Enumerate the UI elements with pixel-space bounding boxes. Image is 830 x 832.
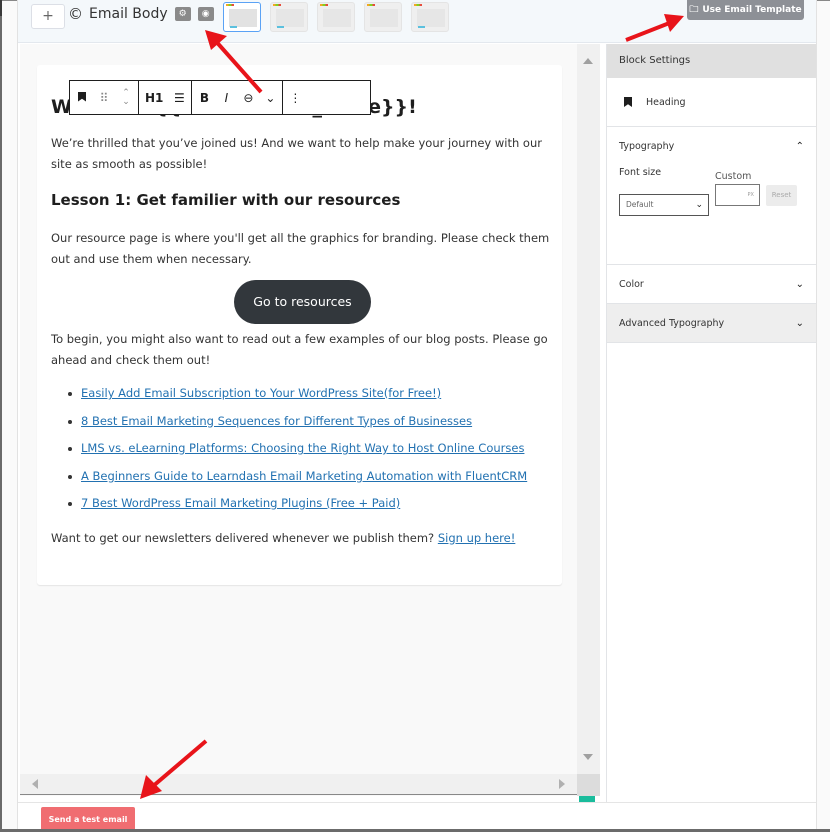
template-thumb-simple[interactable] bbox=[223, 2, 261, 32]
email-editor-panel: + © Email Body ⚙ ◉ 🗀 Use Email Template bbox=[17, 0, 817, 832]
typography-label: Typography bbox=[619, 140, 675, 152]
scroll-up-icon[interactable] bbox=[583, 58, 593, 64]
color-panel: Color ⌄ bbox=[607, 265, 816, 304]
vertical-scrollbar[interactable] bbox=[577, 44, 600, 774]
reset-button[interactable]: Reset bbox=[766, 185, 797, 206]
scroll-down-icon[interactable] bbox=[583, 754, 593, 760]
editor-header: + © Email Body ⚙ ◉ 🗀 Use Email Template bbox=[18, 0, 816, 43]
block-name: Heading bbox=[646, 96, 686, 108]
copyright-icon: © bbox=[68, 5, 83, 23]
scroll-left-icon[interactable] bbox=[32, 779, 38, 789]
chevron-down-icon: ⌄ bbox=[795, 317, 804, 329]
toolbar-group-heading: H1 ☰ bbox=[139, 81, 193, 114]
go-to-resources-button[interactable]: Go to resources bbox=[234, 280, 371, 324]
template-thumbnails bbox=[223, 2, 449, 32]
move-up-down-icon[interactable]: ⌃ ⌄ bbox=[120, 88, 132, 107]
blog-link[interactable]: A Beginners Guide to Learndash Email Mar… bbox=[81, 469, 527, 483]
chevron-down-icon: ⌄ bbox=[695, 200, 703, 210]
email-content-card: ⠿ ⌃ ⌄ H1 ☰ B I ⊖ ⌄ ⋮ We’re thrilled that… bbox=[37, 65, 562, 585]
blog-links-list: Easily Add Email Subscription to Your Wo… bbox=[51, 380, 551, 518]
email-body-content: Welcome {{contact.first_name}}! We’re th… bbox=[51, 95, 551, 549]
custom-size-label: Custom bbox=[715, 171, 752, 182]
font-size-value: Default bbox=[626, 200, 654, 209]
font-size-select[interactable]: Default ⌄ bbox=[619, 194, 709, 216]
title-group: © Email Body ⚙ ◉ bbox=[68, 5, 214, 23]
bookmark-icon[interactable] bbox=[76, 91, 88, 105]
lesson-heading[interactable]: Lesson 1: Get familier with our resource… bbox=[51, 190, 551, 210]
blog-intro-paragraph[interactable]: To begin, you might also want to read ou… bbox=[51, 329, 551, 371]
template-thumb-document[interactable] bbox=[364, 2, 402, 32]
align-left-icon[interactable]: ☰ bbox=[173, 91, 185, 105]
template-thumb-text-list[interactable] bbox=[317, 2, 355, 32]
list-item: 7 Best WordPress Email Marketing Plugins… bbox=[68, 490, 551, 518]
blog-link[interactable]: LMS vs. eLearning Platforms: Choosing th… bbox=[81, 441, 524, 455]
toolbar-group-options: ⋮ bbox=[283, 81, 307, 114]
block-card: Heading bbox=[607, 78, 816, 127]
toolbar-group-format: B I ⊖ ⌄ bbox=[192, 81, 284, 114]
editor-footer: Send a test email bbox=[18, 802, 816, 832]
custom-size-input[interactable]: PX bbox=[715, 184, 760, 206]
gear-icon[interactable]: ⚙ bbox=[174, 7, 191, 21]
window-edge-accent bbox=[0, 0, 2, 16]
status-badge bbox=[579, 796, 595, 802]
signup-link[interactable]: Sign up here! bbox=[438, 531, 516, 545]
cta-wrapper: Go to resources bbox=[51, 280, 551, 324]
use-email-template-button[interactable]: 🗀 Use Email Template bbox=[687, 0, 804, 20]
email-canvas: ⠿ ⌃ ⌄ H1 ☰ B I ⊖ ⌄ ⋮ We’re thrilled that… bbox=[20, 44, 600, 796]
toolbar-group-block: ⠿ ⌃ ⌄ bbox=[70, 81, 139, 114]
folder-icon: 🗀 bbox=[689, 5, 699, 15]
list-item: 8 Best Email Marketing Sequences for Dif… bbox=[68, 408, 551, 436]
blog-link[interactable]: 7 Best WordPress Email Marketing Plugins… bbox=[81, 496, 400, 510]
link-icon[interactable]: ⊖ bbox=[242, 91, 254, 105]
font-size-control: Font size Custom Default ⌄ PX Reset bbox=[607, 165, 816, 255]
bookmark-icon bbox=[624, 97, 632, 107]
typography-toggle[interactable]: Typography ⌃ bbox=[607, 127, 816, 165]
advanced-typography-label: Advanced Typography bbox=[619, 317, 725, 329]
color-label: Color bbox=[619, 278, 644, 290]
list-item: Easily Add Email Subscription to Your Wo… bbox=[68, 380, 551, 408]
bold-button[interactable]: B bbox=[198, 91, 210, 105]
list-item: LMS vs. eLearning Platforms: Choosing th… bbox=[68, 435, 551, 463]
advanced-typography-panel: Advanced Typography ⌄ bbox=[607, 304, 816, 343]
block-settings-sidebar: Block Settings Heading Typography ⌃ Font… bbox=[606, 44, 816, 802]
blog-link[interactable]: 8 Best Email Marketing Sequences for Dif… bbox=[81, 414, 472, 428]
signup-paragraph[interactable]: Want to get our newsletters delivered wh… bbox=[51, 528, 551, 549]
block-settings-title: Block Settings bbox=[607, 44, 816, 78]
more-vertical-icon[interactable]: ⋮ bbox=[289, 91, 301, 105]
chevron-down-icon[interactable]: ⌄ bbox=[264, 91, 276, 105]
page-title: Email Body bbox=[89, 6, 168, 22]
scroll-right-icon[interactable] bbox=[559, 779, 565, 789]
color-toggle[interactable]: Color ⌄ bbox=[607, 265, 816, 303]
blog-link[interactable]: Easily Add Email Subscription to Your Wo… bbox=[81, 386, 441, 400]
horizontal-scrollbar[interactable] bbox=[20, 774, 577, 795]
template-thumb-code-html[interactable] bbox=[411, 2, 449, 32]
template-thumb-image-header[interactable] bbox=[270, 2, 308, 32]
font-size-label: Font size bbox=[619, 167, 662, 178]
italic-button[interactable]: I bbox=[220, 91, 232, 105]
signup-text: Want to get our newsletters delivered wh… bbox=[51, 530, 438, 545]
resources-paragraph[interactable]: Our resource page is where you'll get al… bbox=[51, 228, 551, 270]
app-frame: + © Email Body ⚙ ◉ 🗀 Use Email Template bbox=[0, 0, 830, 832]
eye-icon[interactable]: ◉ bbox=[197, 7, 214, 21]
use-email-template-label: Use Email Template bbox=[702, 5, 802, 15]
chevron-up-icon: ⌃ bbox=[795, 140, 804, 152]
typography-panel: Typography ⌃ Font size Custom Default ⌄ … bbox=[607, 127, 816, 265]
block-toolbar: ⠿ ⌃ ⌄ H1 ☰ B I ⊖ ⌄ ⋮ bbox=[69, 80, 371, 115]
window-edge-left bbox=[0, 0, 2, 832]
intro-paragraph[interactable]: We’re thrilled that you’ve joined us! An… bbox=[51, 133, 551, 175]
drag-handle-icon[interactable]: ⠿ bbox=[98, 91, 110, 105]
heading-level-button[interactable]: H1 bbox=[145, 91, 163, 105]
list-item: A Beginners Guide to Learndash Email Mar… bbox=[68, 463, 551, 491]
advanced-typography-toggle[interactable]: Advanced Typography ⌄ bbox=[607, 304, 816, 342]
add-block-button[interactable]: + bbox=[31, 4, 65, 29]
scrollbar-corner bbox=[577, 774, 600, 796]
chevron-down-icon: ⌄ bbox=[795, 278, 804, 290]
